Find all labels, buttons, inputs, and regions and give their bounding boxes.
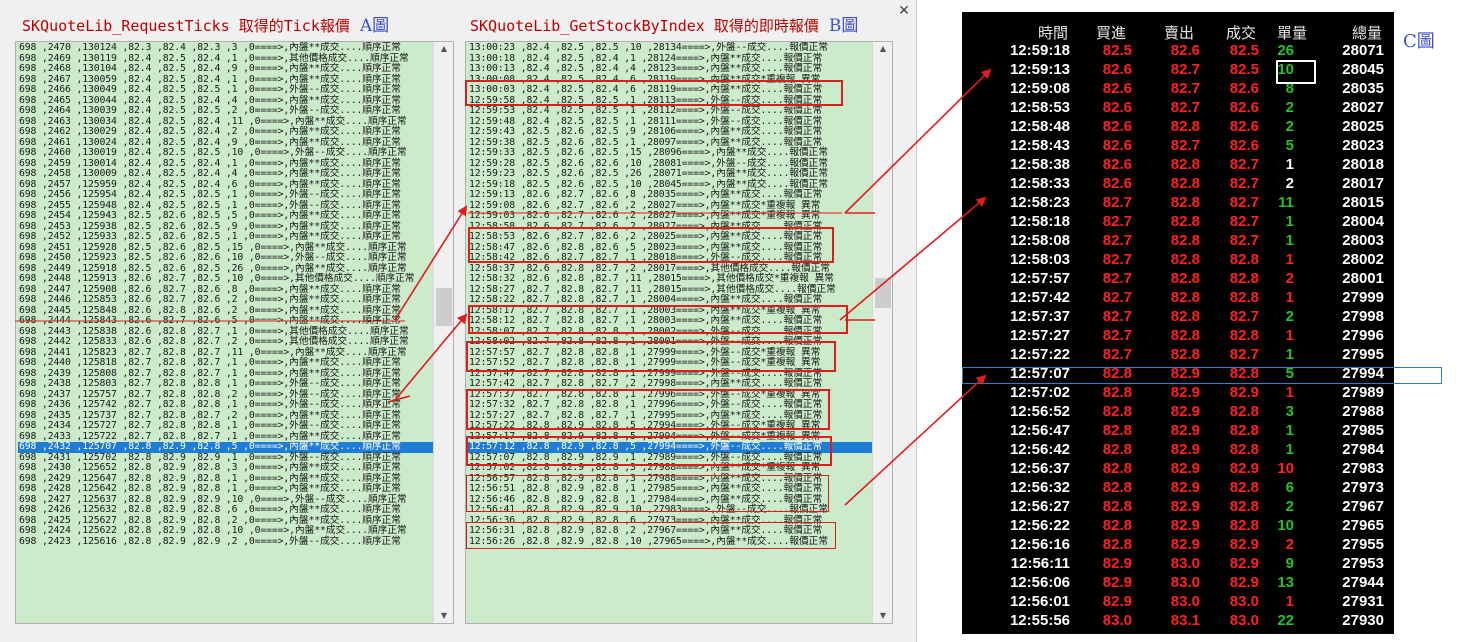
annotation-arrow: [394, 205, 468, 321]
annotation-stroke: [387, 395, 411, 403]
annotation-arrow: [839, 196, 987, 321]
annotation-arrow: [844, 374, 987, 506]
annotation-arrow: [394, 313, 468, 401]
annotation-arrows: [15, 68, 992, 506]
annotation-arrow: [844, 68, 992, 214]
